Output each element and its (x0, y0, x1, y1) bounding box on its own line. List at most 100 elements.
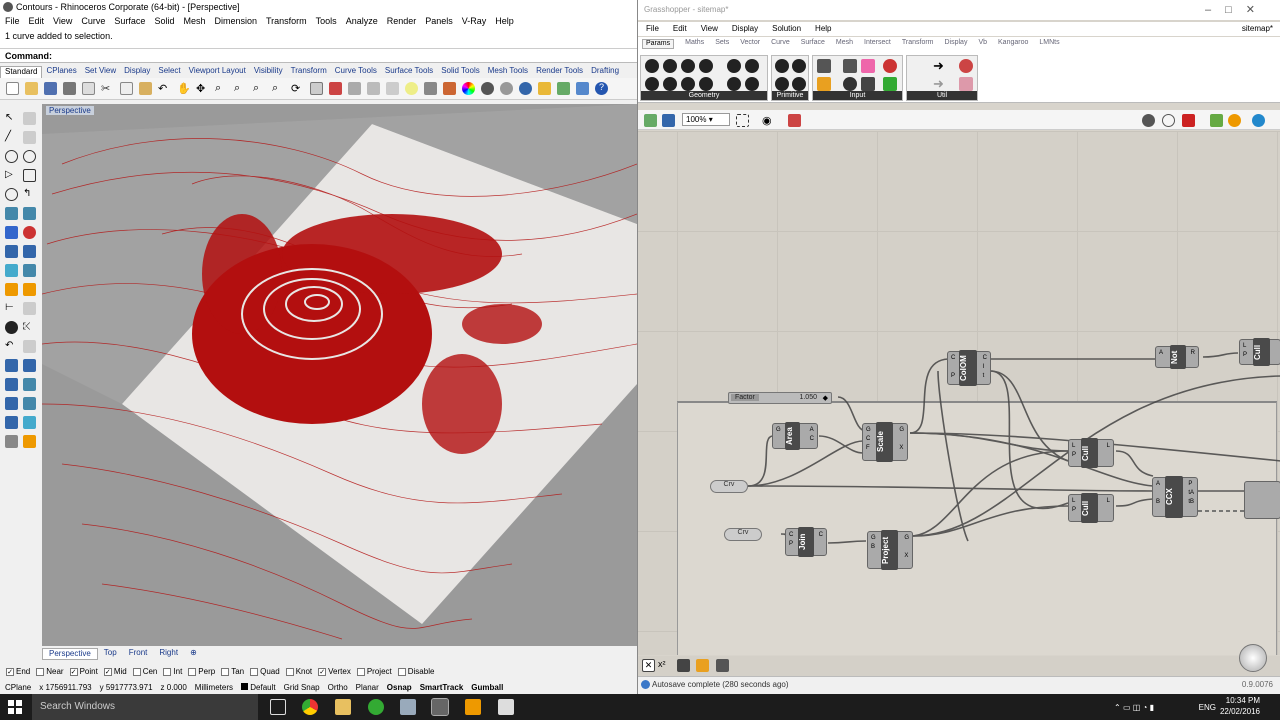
gh-save-icon[interactable] (662, 114, 675, 127)
cap-icon[interactable] (23, 264, 36, 277)
viewport-tab-front[interactable]: Front (123, 648, 154, 660)
component-cull-bottom[interactable]: LP Cull L (1068, 493, 1114, 523)
factor-slider[interactable]: Factor 1.050 ◆ (728, 392, 832, 404)
arc-icon[interactable]: ▷ (5, 169, 18, 182)
group-icon[interactable] (5, 321, 18, 334)
tab-display[interactable]: Display (120, 66, 154, 78)
gh-bake-icon[interactable] (677, 659, 690, 672)
viewport-tab-top[interactable]: Top (98, 648, 123, 660)
input-panel-icon[interactable] (843, 59, 857, 73)
language-indicator[interactable]: ENG (1199, 703, 1216, 712)
osnap-int[interactable]: Int (163, 667, 182, 676)
preview-shaded-icon[interactable] (1182, 114, 1195, 127)
osnap-near-checkbox[interactable] (36, 667, 45, 676)
cut-icon[interactable]: ✂ (101, 82, 114, 95)
gh-menu-help[interactable]: Help (815, 24, 831, 34)
osnap-disable[interactable]: Disable (397, 667, 434, 676)
tab-transform[interactable]: Transform (287, 66, 331, 78)
units[interactable]: Millimeters (195, 683, 233, 692)
osnap-cen-checkbox[interactable] (132, 667, 141, 676)
menu-edit[interactable]: Edit (29, 16, 45, 28)
light-bulb-icon[interactable] (538, 82, 551, 95)
render-sphere-icon[interactable] (481, 82, 494, 95)
component-project[interactable]: GB Project GX (867, 530, 913, 570)
tab-standard[interactable]: Standard (0, 66, 43, 78)
mesh-icon[interactable] (23, 245, 36, 258)
param-text-icon[interactable] (792, 77, 806, 91)
document-preview-icon[interactable] (1252, 114, 1265, 127)
osnap-int-checkbox[interactable] (163, 667, 172, 676)
tab-drafting[interactable]: Drafting (587, 66, 623, 78)
param-vector-icon[interactable] (681, 59, 695, 73)
options-icon[interactable] (576, 82, 589, 95)
box-icon[interactable] (5, 226, 18, 239)
trim-icon[interactable]: ⊢ (5, 302, 18, 315)
menu-mesh[interactable]: Mesh (183, 16, 205, 28)
gh-tab-intersect[interactable]: Intersect (864, 39, 891, 49)
menu-analyze[interactable]: Analyze (346, 16, 378, 28)
rotate-view-icon[interactable]: ✥ (196, 82, 209, 95)
grasshopper-taskbar-icon[interactable] (431, 698, 449, 716)
tab-visibility[interactable]: Visibility (250, 66, 287, 78)
param-integer-icon[interactable] (792, 59, 806, 73)
add-viewport-icon[interactable]: ⊕ (184, 648, 203, 660)
osnap-project[interactable]: Project (356, 667, 392, 676)
extrude-icon[interactable] (5, 245, 18, 258)
slider-grip-icon[interactable]: ◆ (823, 394, 828, 402)
clock-time[interactable]: 10:34 PM (1226, 696, 1260, 705)
window-app-icon[interactable] (498, 699, 514, 715)
osnap-end[interactable]: ✓ End (6, 667, 30, 676)
component-scale[interactable]: GCF Scale GX (862, 422, 908, 462)
rhino-taskbar-icon[interactable] (400, 699, 416, 715)
loft-icon[interactable] (23, 207, 36, 220)
input-button-icon[interactable] (883, 77, 897, 91)
gh-menu-file[interactable]: File (646, 24, 659, 34)
paste-icon[interactable] (139, 82, 152, 95)
menu-render[interactable]: Render (387, 16, 417, 28)
circle-icon[interactable] (5, 150, 18, 163)
tab-surface-tools[interactable]: Surface Tools (381, 66, 437, 78)
gh-menu-display[interactable]: Display (732, 24, 758, 34)
param-mesh-icon[interactable] (745, 77, 759, 91)
osnap-perp[interactable]: Perp (188, 667, 215, 676)
array-icon[interactable] (23, 340, 36, 353)
render-icon[interactable] (519, 82, 532, 95)
surface-icon[interactable] (5, 207, 18, 220)
tab-solid-tools[interactable]: Solid Tools (437, 66, 484, 78)
component-not[interactable]: A Not R (1155, 345, 1199, 369)
color-icon[interactable] (462, 82, 475, 95)
fillet-icon[interactable]: ↰ (23, 188, 36, 201)
crv-param-1[interactable]: Crv (710, 480, 748, 493)
curve-icon[interactable] (367, 82, 380, 95)
preview-selected-icon[interactable] (1210, 114, 1223, 127)
select-arrow-icon[interactable]: ↖ (5, 112, 18, 125)
document-icon[interactable] (5, 416, 18, 429)
dimension-icon[interactable] (23, 359, 36, 372)
green-app-icon[interactable] (368, 699, 384, 715)
save-icon[interactable] (44, 82, 57, 95)
text-icon[interactable] (5, 359, 18, 372)
param-plane-icon[interactable] (663, 77, 677, 91)
select-icon[interactable] (329, 82, 342, 95)
point-icon[interactable] (23, 112, 36, 125)
cplane-label[interactable]: CPlane (5, 683, 31, 692)
menu-file[interactable]: File (5, 16, 20, 28)
osnap-quad-checkbox[interactable] (250, 667, 259, 676)
copy-transform-icon[interactable] (23, 283, 36, 296)
layer-icon[interactable] (386, 82, 399, 95)
component-colm[interactable]: CP CoIOM CIt (947, 350, 991, 386)
explode-icon[interactable]: ↶ (5, 340, 18, 353)
viewport-tab-perspective[interactable]: Perspective (42, 648, 98, 660)
component-partial-right[interactable] (1244, 481, 1280, 519)
gh-tab-vb[interactable]: Vb (978, 39, 987, 49)
join-icon[interactable]: ⤪ (23, 321, 36, 334)
osnap-mid[interactable]: ✓ Mid (103, 667, 127, 676)
osnap-knot[interactable]: Knot (285, 667, 312, 676)
param-brep-icon[interactable] (745, 59, 759, 73)
gh-menu-solution[interactable]: Solution (772, 24, 801, 34)
menu-vray[interactable]: V-Ray (462, 16, 487, 28)
util-arrow-icon[interactable]: ➜ (933, 58, 944, 74)
grid-snap-toggle[interactable]: Grid Snap (284, 683, 320, 692)
util-jump-icon[interactable] (959, 59, 973, 73)
menu-dimension[interactable]: Dimension (214, 16, 257, 28)
